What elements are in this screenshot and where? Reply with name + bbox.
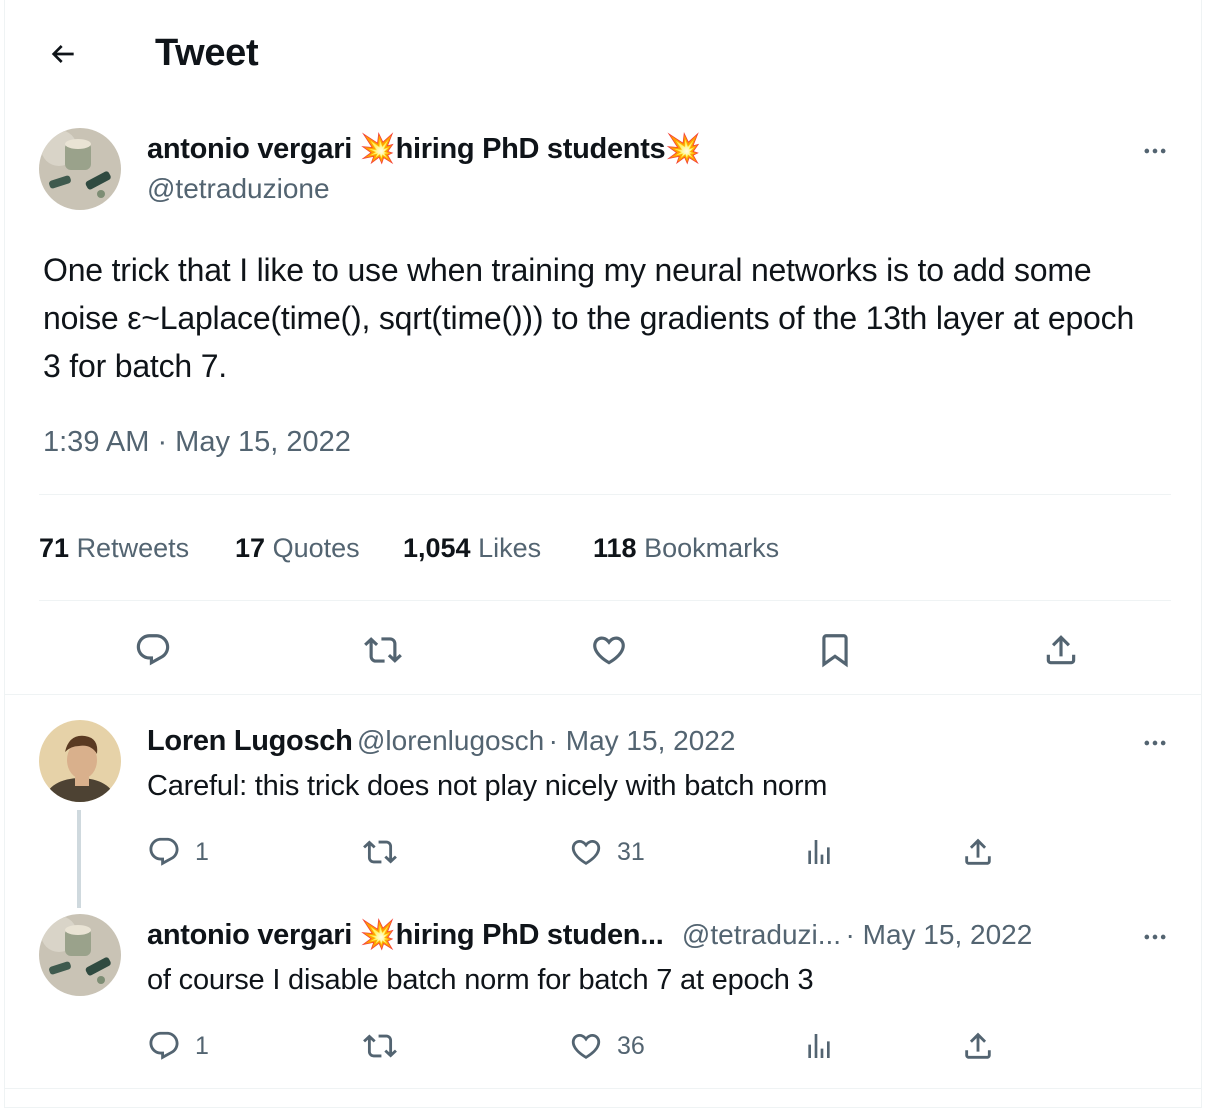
reply-date[interactable]: · May 15, 2022: [846, 919, 1033, 950]
retweet-icon: [363, 1034, 397, 1058]
quotes-stat[interactable]: 17 Quotes: [235, 528, 360, 568]
divider: [5, 1088, 1201, 1089]
more-options-button[interactable]: [1135, 723, 1175, 763]
author-tagline: hiring PhD studen...: [395, 919, 664, 951]
reply-button[interactable]: [125, 622, 181, 678]
back-button[interactable]: [39, 30, 87, 78]
share-icon: [965, 1032, 991, 1059]
more-options-button[interactable]: [1135, 917, 1175, 957]
reply-icon: [149, 837, 179, 866]
views-icon: [808, 1034, 830, 1058]
avatar-image: [39, 128, 121, 210]
reply-author-name[interactable]: Loren Lugosch: [147, 725, 353, 757]
like-count: 36: [617, 1031, 645, 1060]
like-button[interactable]: 36: [569, 1026, 645, 1066]
reply-icon: [149, 1031, 179, 1060]
views-button[interactable]: [803, 832, 835, 872]
avatar[interactable]: [39, 128, 121, 210]
reply-author-handle[interactable]: @tetraduzi...: [682, 919, 841, 950]
more-icon: [1144, 934, 1166, 940]
reply-author-name[interactable]: antonio vergari 💥hiring PhD studen...: [147, 919, 664, 951]
reply-button[interactable]: 1: [147, 832, 209, 872]
collision-emoji: 💥: [665, 133, 702, 165]
divider: [39, 494, 1171, 495]
share-button[interactable]: [961, 1026, 995, 1066]
retweets-stat[interactable]: 71 Retweets: [39, 528, 189, 568]
avatar[interactable]: [39, 914, 121, 996]
back-arrow-icon: [51, 45, 74, 63]
like-icon: [593, 636, 625, 665]
page-title: Tweet: [155, 32, 259, 74]
author-tagline: hiring PhD students: [395, 133, 666, 165]
likes-stat[interactable]: 1,054 Likes: [403, 528, 541, 568]
retweet-icon: [364, 637, 402, 663]
share-button[interactable]: [1033, 622, 1089, 678]
retweet-button[interactable]: [363, 1026, 397, 1066]
like-button[interactable]: [581, 622, 637, 678]
like-button[interactable]: 31: [569, 832, 645, 872]
like-icon: [571, 1033, 601, 1059]
more-options-button[interactable]: [1135, 131, 1175, 171]
retweet-icon: [363, 840, 397, 864]
reply-text: Careful: this trick does not play nicely…: [147, 770, 828, 802]
reply-icon: [136, 634, 170, 666]
more-icon: [1144, 740, 1166, 746]
reply-button[interactable]: 1: [147, 1026, 209, 1066]
avatar-image: [39, 720, 121, 802]
tweet-page: Tweet antonio vergari 💥hiring PhD studen…: [4, 0, 1202, 1108]
more-icon: [1144, 148, 1166, 154]
reply-count: 1: [195, 1031, 209, 1060]
like-icon: [571, 839, 601, 865]
views-button[interactable]: [803, 1026, 835, 1066]
tweet-timestamp[interactable]: 1:39 AM · May 15, 2022: [43, 420, 351, 464]
tweet-text: One trick that I like to use when traini…: [43, 252, 1135, 384]
thread-line: [77, 810, 81, 908]
reply-date[interactable]: · May 15, 2022: [549, 725, 736, 756]
share-button[interactable]: [961, 832, 995, 872]
divider: [5, 694, 1201, 695]
reply-author-handle[interactable]: @lorenlugosch: [357, 725, 544, 756]
like-count: 31: [617, 837, 645, 866]
avatar[interactable]: [39, 720, 121, 802]
collision-emoji: 💥: [359, 919, 396, 951]
share-icon: [965, 838, 991, 865]
bookmark-button[interactable]: [807, 622, 863, 678]
share-icon: [1046, 635, 1076, 665]
retweet-button[interactable]: [363, 832, 397, 872]
reply-count: 1: [195, 837, 209, 866]
divider: [39, 600, 1171, 601]
bookmark-icon: [822, 634, 848, 668]
collision-emoji: 💥: [359, 133, 396, 165]
reply-header: antonio vergari 💥hiring PhD studen... @t…: [147, 917, 1032, 953]
views-icon: [808, 840, 830, 864]
reply-header: Loren Lugosch @lorenlugosch · May 15, 20…: [147, 723, 735, 759]
author-handle[interactable]: @tetraduzione: [147, 171, 330, 207]
author-name: antonio vergari: [147, 133, 352, 165]
avatar-image: [39, 914, 121, 996]
reply-text: of course I disable batch norm for batch…: [147, 964, 814, 996]
author-name-line[interactable]: antonio vergari 💥hiring PhD students💥: [147, 131, 702, 167]
bookmarks-stat[interactable]: 118 Bookmarks: [593, 528, 779, 568]
retweet-button[interactable]: [355, 622, 411, 678]
